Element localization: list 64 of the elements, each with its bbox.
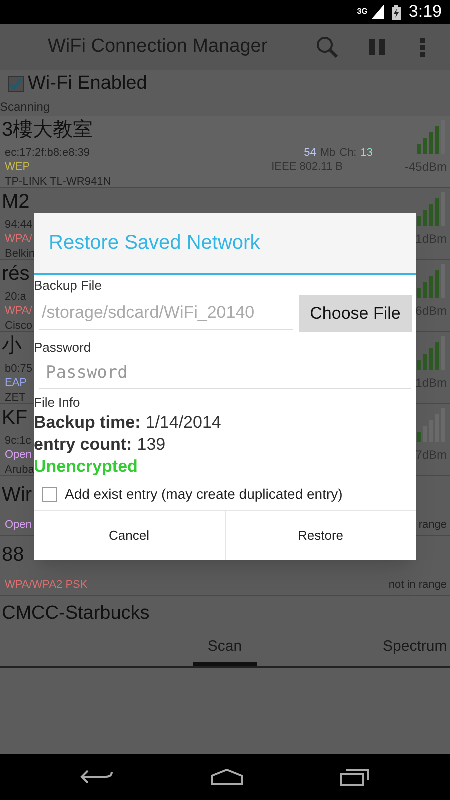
security-text: Open [4, 518, 32, 532]
info-label: entry count: [34, 434, 132, 456]
signal-strength-icon [417, 192, 447, 226]
dialog-button[interactable]: Restore [224, 511, 416, 560]
signal-strength-icon [417, 120, 447, 154]
range-text: not in range [388, 578, 447, 592]
vendor-text: TP-LINK TL-WR941N [4, 175, 112, 188]
security-text: WPA/WPA2 PSK [4, 578, 88, 592]
network-name: M2 [2, 190, 30, 215]
overflow-icon [420, 38, 424, 56]
network-name: KF [2, 406, 28, 431]
home-icon [210, 769, 244, 785]
channel-text: 13 [360, 146, 373, 161]
vendor-text: Aruba [4, 463, 34, 476]
dialog-title: Restore Saved Network [49, 231, 260, 256]
info-label: Backup time: [34, 412, 141, 434]
field-label: File Info [34, 394, 82, 412]
signal-icon [372, 5, 384, 19]
checkbox[interactable] [42, 486, 57, 502]
field-label: Password [34, 339, 92, 357]
rate-text: 54 [304, 146, 316, 161]
mac-address: 94:44 [4, 218, 33, 233]
pause-icon [369, 39, 385, 55]
network-type-label: 3G [357, 8, 368, 16]
encryption-status: Unencrypted [34, 456, 139, 478]
mac-address: ec:17:2f:b8:e8:39 [4, 146, 90, 161]
mac-address: b0:75 [4, 362, 33, 377]
security-text: EAP [4, 376, 28, 391]
network-name: Wir [2, 483, 32, 508]
dialog-button[interactable]: Cancel [34, 511, 224, 560]
clock-text: 3:19 [408, 1, 442, 24]
security-text: WEP [4, 160, 30, 175]
wifi-enabled-label: Wi-Fi Enabled [28, 72, 148, 96]
app-title: WiFi Connection Manager [48, 34, 269, 59]
check-icon [9, 77, 23, 91]
back-icon [80, 769, 114, 785]
signal-strength-icon [417, 264, 447, 298]
security-text: Open [4, 448, 32, 463]
security-text: WPA/ [4, 304, 32, 319]
info-value: 1/14/2014 [146, 412, 222, 434]
choose-file-button[interactable]: Choose File [299, 295, 412, 332]
info-value: 139 [137, 434, 166, 456]
checkbox[interactable] [8, 76, 24, 92]
battery-icon [392, 4, 401, 20]
vendor-text: ZET [4, 391, 26, 404]
recents-icon [340, 768, 370, 786]
scanning-text: Scanning [0, 99, 52, 116]
network-name: 小 [2, 334, 22, 359]
network-name: 88 [2, 543, 24, 568]
security-text: WPA/ [4, 232, 32, 247]
vendor-text: Cisco [4, 319, 33, 332]
mac-address: 20:a [4, 290, 26, 305]
network-name: rés [2, 262, 30, 287]
signal-strength-icon [417, 408, 447, 442]
add-entry-label: Add exist entry (may create duplicated entry) [65, 484, 343, 504]
range-text: range [418, 518, 447, 532]
mac-address: 9c:1c [4, 434, 32, 449]
password-field[interactable]: Password [39, 357, 411, 389]
signal-strength-icon [417, 336, 447, 370]
vendor-text: Belkin [4, 247, 35, 260]
network-name: 3樓大教室 [2, 118, 94, 143]
search-icon [316, 36, 338, 58]
field-label: Backup File [34, 277, 103, 295]
network-name: CMCC-Starbucks [1, 602, 150, 626]
